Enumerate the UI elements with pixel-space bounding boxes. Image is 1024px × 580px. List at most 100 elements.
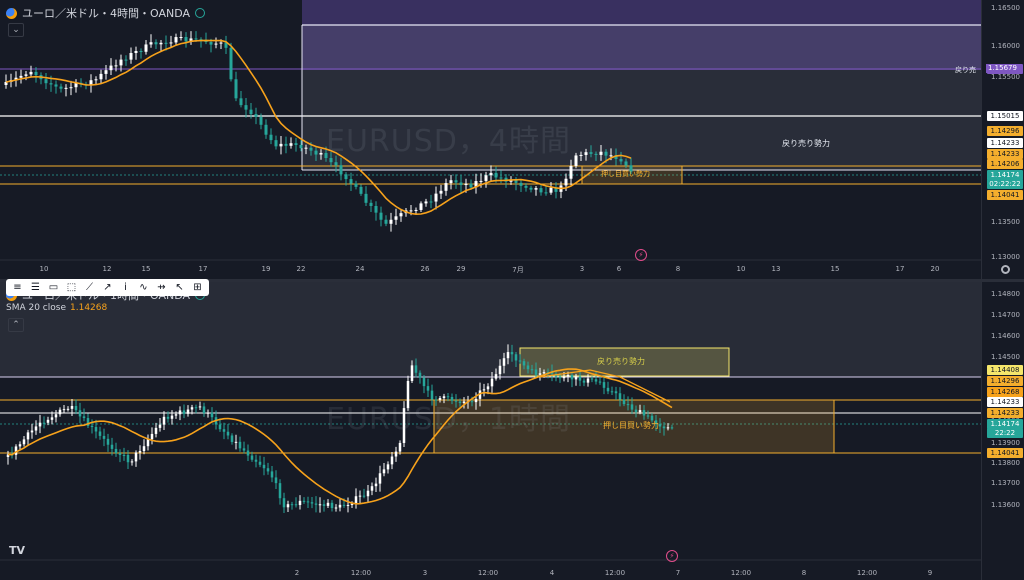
- candle-body: [454, 180, 458, 183]
- lightning-icon[interactable]: ⚡: [666, 550, 678, 562]
- candle-body: [166, 416, 170, 419]
- candle-body: [29, 71, 33, 75]
- arrow-marker-icon[interactable]: ⇸: [154, 281, 169, 294]
- chart-header-4h[interactable]: ユーロ／米ドル・4時間・OANDA: [6, 5, 206, 21]
- cursor-arrow-icon[interactable]: ↖: [172, 281, 187, 294]
- candle-body: [219, 42, 223, 44]
- candle-body: [250, 455, 254, 460]
- candle-body: [366, 490, 370, 497]
- candle-body: [126, 454, 130, 463]
- horizontal-line-icon[interactable]: ☰: [28, 281, 43, 294]
- settings-icon[interactable]: [1001, 265, 1010, 274]
- price-label: 1.14233: [987, 397, 1023, 407]
- path-icon[interactable]: ⟋: [82, 281, 97, 294]
- time-tick: 12:00: [730, 569, 752, 577]
- candle-body: [606, 387, 610, 392]
- candle-body: [378, 473, 382, 484]
- candle-body: [394, 451, 398, 457]
- chart-plot-4h[interactable]: [0, 0, 1024, 279]
- candle-body: [330, 502, 334, 509]
- candle-body: [289, 143, 293, 146]
- rectangle-icon[interactable]: ⬚: [64, 281, 79, 294]
- drawing-toolbar[interactable]: ≡ ☰ ▭ ⬚ ⟋ ↗ ⅰ ∿ ⇸ ↖ ⊞: [6, 279, 209, 296]
- candle-body: [490, 378, 494, 387]
- candle-body: [610, 391, 614, 393]
- candle-body: [518, 360, 522, 362]
- candle-body: [266, 468, 270, 472]
- candle-body: [594, 379, 598, 382]
- time-tick: 10: [39, 265, 49, 273]
- candle-body: [358, 495, 362, 497]
- candle-body: [34, 426, 38, 431]
- chevron-up-icon[interactable]: ⌃: [8, 318, 24, 332]
- candle-body: [279, 143, 283, 147]
- candle-body: [269, 134, 273, 141]
- candle-body: [506, 352, 510, 359]
- candle-body: [42, 422, 46, 424]
- tradingview-logo: TV: [9, 544, 26, 557]
- candle-body: [430, 390, 434, 400]
- brush-icon[interactable]: ∿: [136, 281, 151, 294]
- candle-body: [474, 398, 478, 403]
- chart-plot-1h[interactable]: [0, 282, 1024, 580]
- candle-body: [238, 441, 242, 449]
- candle-body: [342, 504, 346, 506]
- candle-body: [218, 424, 222, 430]
- candle-body: [262, 464, 266, 469]
- price-label: 1.14206: [987, 159, 1023, 169]
- chart-pane-1h[interactable]: EURUSD，1時間 戻り売り勢力 押し目買い勢力 ユーロ／米ドル・1時間・OA…: [0, 282, 1024, 580]
- info-line-icon[interactable]: ⅰ: [118, 281, 133, 294]
- chevron-down-icon[interactable]: ⌄: [8, 23, 24, 37]
- candle-body: [314, 150, 318, 155]
- candle-body: [458, 401, 462, 403]
- candle-body: [334, 162, 338, 166]
- candle-body: [309, 147, 313, 151]
- candle-body: [34, 71, 38, 76]
- candle-body: [359, 186, 363, 194]
- time-tick: 12: [102, 265, 112, 273]
- candle-body: [290, 504, 294, 506]
- zone-label-buy: 押し目買い勢力: [603, 421, 659, 430]
- menu-lines-icon[interactable]: ≡: [10, 281, 25, 294]
- candle-body: [349, 179, 353, 184]
- candle-body: [389, 219, 393, 224]
- candle-body: [194, 38, 198, 40]
- candle-body: [44, 79, 48, 84]
- candle-body: [304, 147, 308, 149]
- price-label: 1.14041: [987, 190, 1023, 200]
- candle-body: [24, 74, 28, 76]
- price-label: 1.14268: [987, 387, 1023, 397]
- candle-body: [530, 369, 534, 371]
- candle-body: [214, 43, 218, 45]
- price-tick: 1.16500: [991, 4, 1020, 12]
- candle-body: [630, 404, 634, 410]
- sma-value: 1.14268: [70, 303, 108, 313]
- candle-body: [139, 50, 143, 52]
- time-tick: 13: [771, 265, 781, 273]
- trend-line-icon[interactable]: ↗: [100, 281, 115, 294]
- candle-body: [118, 453, 122, 455]
- candle-body: [484, 175, 488, 181]
- candle-body: [158, 424, 162, 428]
- candle-body: [410, 365, 414, 381]
- candle-body: [549, 187, 553, 193]
- candle-body: [446, 396, 450, 398]
- candle-body: [210, 412, 214, 418]
- candle-body: [579, 154, 583, 156]
- candle-body: [614, 391, 618, 394]
- candle-body: [510, 352, 514, 355]
- candle-body: [502, 358, 506, 366]
- position-icon[interactable]: ⊞: [190, 281, 205, 294]
- candle-body: [244, 105, 248, 110]
- candle-body: [434, 193, 438, 202]
- sell-zone-price-label: 1.15679: [986, 64, 1019, 73]
- comment-icon[interactable]: ▭: [46, 281, 61, 294]
- chart-pane-4h[interactable]: EURUSD，4時間 戻り売り勢力 押し目買い勢力 戻り売 ユーロ／米ドル・4時…: [0, 0, 1024, 279]
- candle-body: [94, 79, 98, 81]
- lightning-icon[interactable]: ⚡: [635, 249, 647, 261]
- candle-body: [489, 172, 493, 176]
- candle-body: [249, 109, 253, 115]
- sma-indicator-legend[interactable]: SMA 20 close 1.14268: [6, 303, 107, 313]
- candle-body: [90, 425, 94, 428]
- candle-body: [574, 376, 578, 380]
